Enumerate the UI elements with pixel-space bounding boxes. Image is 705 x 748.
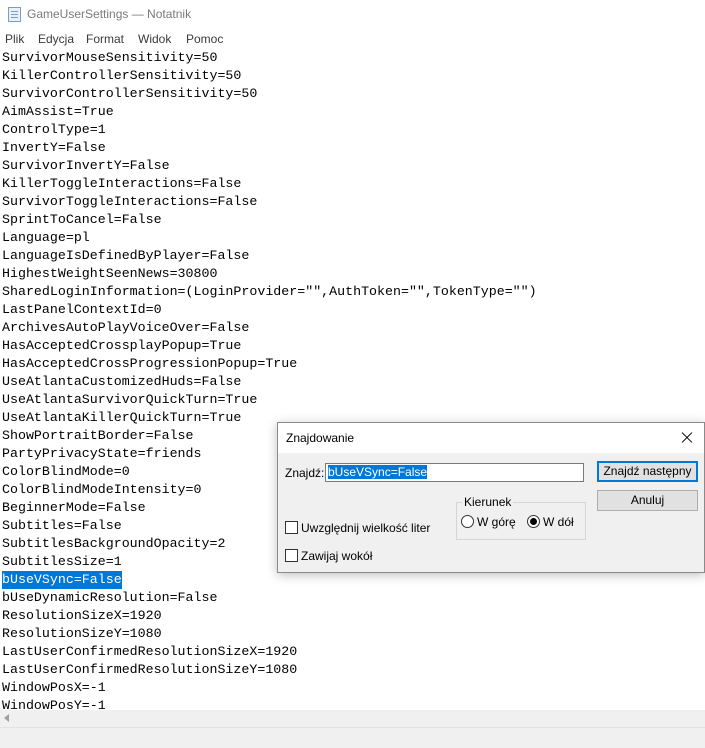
- status-bar: [0, 727, 705, 748]
- text-line: ResolutionSizeY=1080: [2, 626, 162, 641]
- text-line: Subtitles=False: [2, 518, 122, 533]
- text-line: WindowPosX=-1: [2, 680, 106, 695]
- text-line: LastPanelContextId=0: [2, 302, 162, 317]
- text-line: UseAtlantaCustomizedHuds=False: [2, 374, 242, 389]
- text-line: HasAcceptedCrossplayPopup=True: [2, 338, 242, 353]
- text-line: HighestWeightSeenNews=30800: [2, 266, 218, 281]
- text-line: AimAssist=True: [2, 104, 114, 119]
- text-line: UseAtlantaSurvivorQuickTurn=True: [2, 392, 258, 407]
- text-line: SurvivorToggleInteractions=False: [2, 194, 258, 209]
- text-line: KillerToggleInteractions=False: [2, 176, 242, 191]
- text-line: LastUserConfirmedResolutionSizeX=1920: [2, 644, 298, 659]
- find-next-button[interactable]: Znajdź następny: [597, 461, 698, 482]
- match-case-label[interactable]: Uwzględnij wielkość liter: [301, 521, 430, 535]
- horizontal-scrollbar[interactable]: [0, 710, 705, 727]
- menu-view[interactable]: Widok: [138, 32, 171, 46]
- text-line: ColorBlindMode=0: [2, 464, 130, 479]
- text-line: SubtitlesSize=1: [2, 554, 122, 569]
- dialog-title-bar: Znajdowanie: [278, 423, 704, 453]
- text-line: Language=pl: [2, 230, 90, 245]
- direction-down-radio[interactable]: [527, 515, 540, 528]
- text-line: ArchivesAutoPlayVoiceOver=False: [2, 320, 250, 335]
- text-line: SprintToCancel=False: [2, 212, 162, 227]
- find-input[interactable]: bUseVSync=False: [325, 463, 584, 482]
- match-case-checkbox[interactable]: [285, 521, 298, 534]
- menu-format[interactable]: Format: [86, 32, 124, 46]
- text-line: HasAcceptedCrossProgressionPopup=True: [2, 356, 298, 371]
- text-line: ShowPortraitBorder=False: [2, 428, 194, 443]
- dialog-title: Znajdowanie: [286, 431, 355, 445]
- cancel-button[interactable]: Anuluj: [597, 490, 698, 511]
- menu-file[interactable]: Plik: [5, 32, 24, 46]
- close-icon[interactable]: [674, 425, 700, 451]
- text-line: SurvivorControllerSensitivity=50: [2, 86, 258, 101]
- window-title: GameUserSettings — Notatnik: [27, 7, 192, 21]
- direction-up-radio[interactable]: [461, 515, 474, 528]
- find-dialog: Znajdowanie Znajdź: bUseVSync=False Znaj…: [277, 422, 705, 573]
- text-line: SharedLoginInformation=(LoginProvider=""…: [2, 284, 537, 299]
- text-line: bUseDynamicResolution=False: [2, 590, 218, 605]
- text-line: PartyPrivacyState=friends: [2, 446, 202, 461]
- text-line: BeginnerMode=False: [2, 500, 146, 515]
- text-line: WindowPosY=-1: [2, 698, 106, 710]
- text-line: SurvivorInvertY=False: [2, 158, 170, 173]
- text-line: LastUserConfirmedResolutionSizeY=1080: [2, 662, 298, 677]
- text-line: ControlType=1: [2, 122, 106, 137]
- direction-down-label[interactable]: W dół: [543, 515, 574, 529]
- wrap-around-label[interactable]: Zawijaj wokół: [301, 549, 372, 563]
- text-line: LanguageIsDefinedByPlayer=False: [2, 248, 250, 263]
- find-label: Znajdź:: [285, 466, 325, 480]
- selected-text-line: bUseVSync=False: [2, 571, 122, 589]
- text-editor[interactable]: SurvivorMouseSensitivity=50 KillerControl…: [0, 49, 705, 710]
- text-line: KillerControllerSensitivity=50: [2, 68, 242, 83]
- direction-group-label: Kierunek: [462, 495, 514, 509]
- text-line: UseAtlantaKillerQuickTurn=True: [2, 410, 242, 425]
- direction-up-label[interactable]: W górę: [477, 515, 516, 529]
- notepad-icon: [8, 7, 21, 22]
- text-line: InvertY=False: [2, 140, 106, 155]
- find-input-value: bUseVSync=False: [328, 465, 428, 479]
- text-line: SubtitlesBackgroundOpacity=2: [2, 536, 226, 551]
- scroll-left-icon[interactable]: [4, 714, 9, 722]
- text-line: SurvivorMouseSensitivity=50: [2, 50, 218, 65]
- wrap-around-checkbox[interactable]: [285, 549, 298, 562]
- text-line: ResolutionSizeX=1920: [2, 608, 162, 623]
- menu-edit[interactable]: Edycja: [38, 32, 74, 46]
- menu-help[interactable]: Pomoc: [186, 32, 223, 46]
- menu-bar: Plik Edycja Format Widok Pomoc: [0, 29, 705, 49]
- title-bar: GameUserSettings — Notatnik: [0, 0, 705, 29]
- text-line: ColorBlindModeIntensity=0: [2, 482, 202, 497]
